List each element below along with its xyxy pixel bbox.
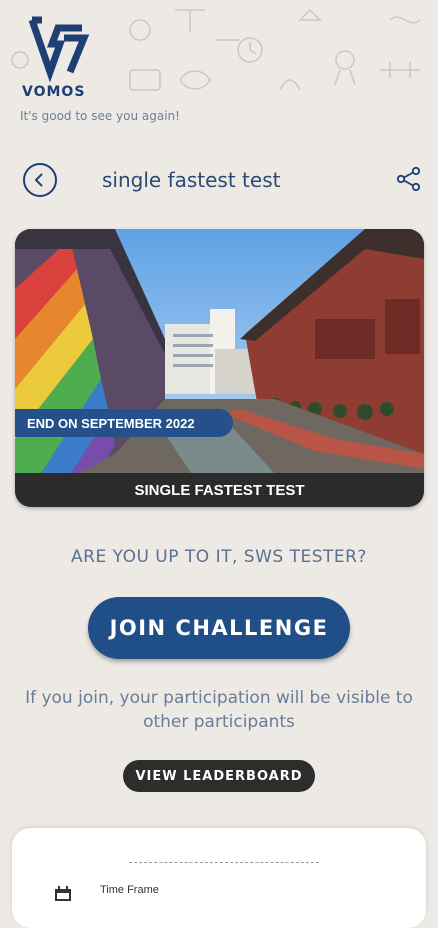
chevron-left-icon xyxy=(34,173,43,187)
brand-name: VOMOS xyxy=(22,84,86,100)
challenge-card[interactable]: END ON SEPTEMBER 2022 SINGLE FASTEST TES… xyxy=(15,229,424,507)
join-challenge-button[interactable]: JOIN CHALLENGE xyxy=(88,597,350,659)
participation-note: If you join, your participation will be … xyxy=(25,688,413,732)
page-title: single fastest test xyxy=(102,168,281,192)
share-button[interactable] xyxy=(396,166,422,192)
divider xyxy=(129,862,319,863)
challenge-details-card: Time Frame xyxy=(12,828,426,928)
view-leaderboard-button[interactable]: VIEW LEADERBOARD xyxy=(123,760,315,792)
back-button[interactable] xyxy=(23,163,57,197)
end-date-banner: END ON SEPTEMBER 2022 xyxy=(15,409,233,437)
time-frame-label: Time Frame xyxy=(100,884,159,896)
greeting-text: It's good to see you again! xyxy=(20,109,180,123)
challenge-card-title: SINGLE FASTEST TEST xyxy=(15,473,424,507)
share-icon xyxy=(396,166,421,192)
page-header: single fastest test xyxy=(0,160,438,204)
challenge-prompt: ARE YOU UP TO IT, SWS TESTER? xyxy=(71,547,367,567)
challenge-cover-image xyxy=(15,229,424,507)
